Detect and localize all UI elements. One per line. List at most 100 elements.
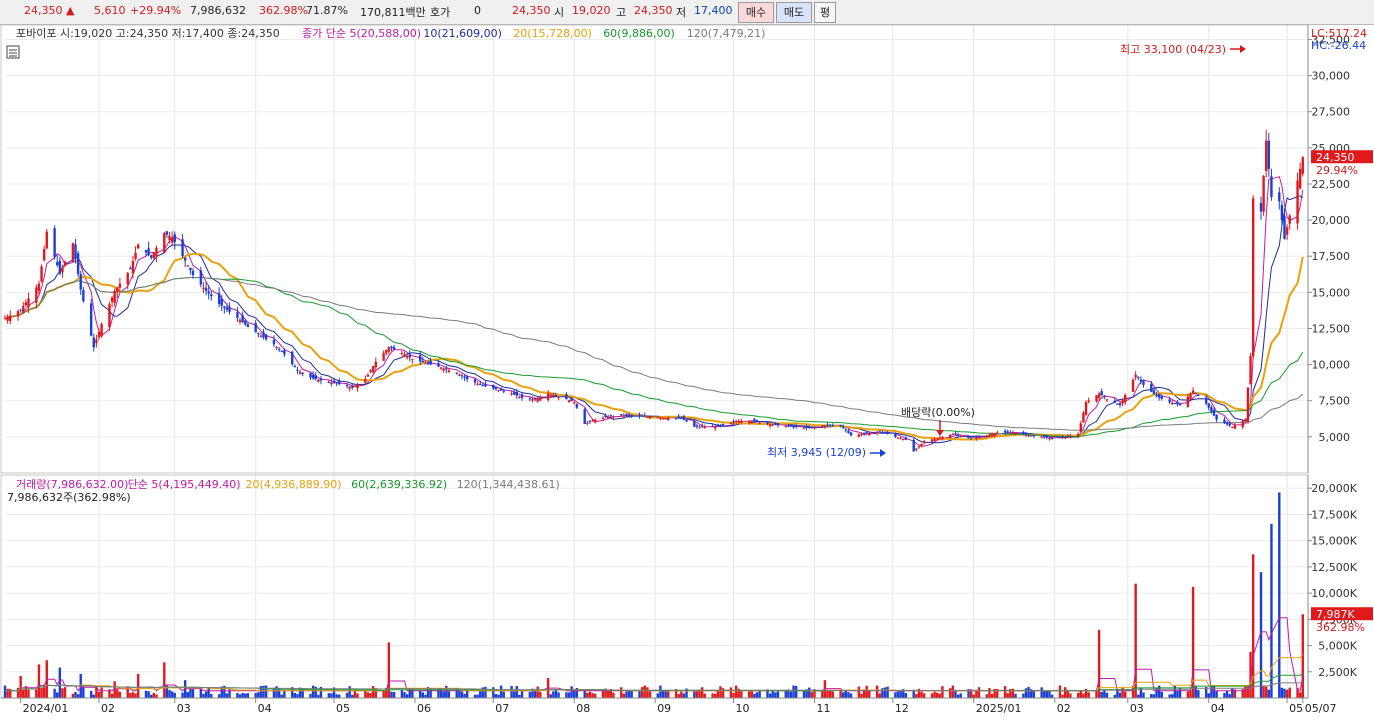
candle-body	[609, 415, 613, 417]
volume-bar	[421, 692, 424, 698]
volume-bar	[1150, 693, 1153, 698]
candle-body	[1244, 419, 1247, 421]
candle-body	[646, 416, 649, 418]
volume-bar	[922, 693, 926, 698]
candle-body	[894, 433, 897, 437]
sell-button[interactable]: 매도	[776, 2, 812, 23]
candle-body	[136, 244, 140, 249]
candle-body	[774, 423, 777, 425]
candle-body	[789, 424, 793, 427]
volume-bar	[76, 694, 80, 698]
candle-body	[330, 382, 333, 385]
candle-body	[220, 298, 223, 306]
buy-button[interactable]: 매수	[738, 2, 774, 23]
volume-tick-label: 5,000K	[1318, 640, 1357, 653]
candle-body	[899, 438, 902, 440]
candle-body	[390, 346, 393, 349]
candle-body	[356, 384, 359, 389]
candle-body	[439, 367, 443, 369]
volume-tick-label: 10,000K	[1311, 587, 1357, 600]
candle-body	[612, 416, 615, 418]
candle-body	[546, 393, 550, 400]
candle-body	[1215, 414, 1218, 420]
volume-bar	[442, 691, 445, 698]
candle-body	[565, 394, 568, 400]
volume-bar	[82, 686, 85, 698]
candle-body	[758, 422, 761, 424]
candle-body	[714, 426, 717, 429]
volume-bar	[1024, 688, 1028, 698]
candle-body	[575, 404, 579, 408]
candle-body	[309, 373, 312, 378]
candle-body	[291, 351, 294, 365]
volume-bar	[1262, 686, 1265, 698]
volume-bar	[61, 688, 64, 698]
volume-bar	[189, 688, 192, 698]
candle-body	[601, 417, 605, 419]
candle-body	[63, 261, 67, 266]
volume-bar	[1043, 690, 1046, 698]
candle-body	[640, 415, 644, 417]
volume-bar	[1278, 492, 1281, 698]
volume-bar	[570, 686, 573, 698]
candle-body	[954, 433, 957, 435]
volume-bar	[460, 691, 464, 698]
candle-body	[771, 424, 774, 426]
average-button[interactable]: 평	[814, 2, 836, 23]
volume-bar	[941, 686, 944, 698]
volume-bar	[627, 690, 631, 698]
candle-body	[1176, 401, 1179, 405]
candle-body	[539, 396, 542, 401]
candle-body	[426, 362, 430, 364]
candle-body	[53, 228, 56, 257]
volume-bar	[795, 686, 798, 698]
candle-body	[298, 371, 302, 374]
candle-body	[1014, 433, 1017, 435]
volume-bar	[740, 690, 743, 698]
volume-bar	[19, 675, 22, 698]
candle-body	[280, 350, 283, 352]
x-tick-label: 12	[895, 702, 909, 715]
candle-body	[750, 420, 754, 423]
volume-bar	[1105, 692, 1109, 698]
volume-bar	[53, 688, 56, 698]
volume-bar	[860, 693, 863, 698]
volume-bar	[1267, 689, 1271, 698]
volume-bar	[280, 694, 283, 698]
candle-body	[116, 287, 119, 292]
candle-body	[246, 324, 250, 328]
candle-body	[455, 372, 458, 374]
volume-bar	[747, 691, 751, 698]
x-tick-label: 2025/01	[976, 702, 1022, 715]
candle-body	[1137, 377, 1140, 379]
candle-body	[484, 383, 487, 387]
volume-bar	[1152, 694, 1156, 698]
candle-body	[1301, 157, 1304, 174]
candle-body	[76, 253, 80, 275]
candle-body	[408, 354, 411, 358]
volume-bar	[155, 694, 158, 698]
candle-body	[442, 368, 445, 371]
volume-bar	[118, 691, 122, 698]
volume-bar	[667, 691, 670, 698]
candle-body	[1233, 425, 1237, 429]
volume-bar	[1194, 685, 1197, 698]
turnover-rate: 71.87%	[306, 4, 348, 17]
price-tick-label: 17,500	[1312, 250, 1351, 263]
volume-bar	[147, 691, 150, 698]
volume-bar	[366, 692, 370, 698]
volume-bar	[225, 693, 229, 698]
candle-body	[1152, 390, 1156, 395]
candle-body	[1063, 436, 1067, 439]
candle-body	[437, 363, 440, 367]
volume-bar	[552, 691, 555, 698]
candle-body	[144, 250, 148, 253]
volume-bar	[549, 694, 552, 698]
candle-body	[494, 386, 498, 390]
volume-bar	[714, 693, 717, 698]
candle-body	[79, 274, 82, 290]
candle-body	[392, 347, 396, 350]
candle-body	[862, 432, 866, 434]
volume-bar	[3, 685, 7, 698]
candle-body	[110, 297, 114, 302]
